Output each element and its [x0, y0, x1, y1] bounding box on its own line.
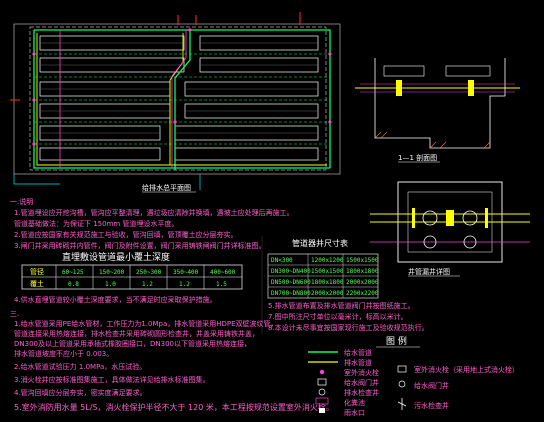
plan-title: 给排水总平面图 [142, 183, 191, 192]
well-table-title: 管道器井尺寸表 [292, 238, 348, 248]
cover-cell-r1-c1: 管径 [30, 267, 44, 276]
drain-line-1: 1.给水管道采用PE给水管材，工作压力为1.0Mpa，排水管道采用HDPE双壁波… [14, 319, 278, 328]
fire-main [59, 30, 187, 168]
notes-line-5: 4.供水直埋管道较小覆土深度要求，当不满足时应采取保护措施。 [14, 295, 217, 304]
well-cell-r4-c2: 2000x2000 [311, 290, 344, 297]
cover-cell-r2-c6: 1.5 [216, 281, 227, 288]
notes-line-1: 1.管道埋设应开挖沟槽，管沟应平整清理，遇垃圾应清除并换填，遇坡土应处理后再施工… [14, 208, 294, 217]
drawing-svg: 给排水总平面图 1—1 剖面图 井管漏井详图 一.说明 1.管道埋设应开挖沟槽，… [10, 12, 530, 417]
section-valve-box-left [383, 65, 425, 77]
site-inner-boundary [29, 26, 327, 171]
cover-cell-r2-c4: 1.2 [142, 281, 153, 288]
section-hatch [374, 131, 491, 149]
legend-swatch-manhole [318, 388, 326, 396]
drain-line-7: 4.管沟回填应分层夯实，密实度满足要求。 [14, 388, 147, 397]
legend: 图 例 给水管道 排水管道 室外消火栓 给水阀门井 排水检查井 化粪池 雨水口 … [308, 335, 519, 417]
cover-cell-r2-c2: 0.8 [68, 281, 79, 288]
well-cell-r2-c2: 1500x1500 [311, 268, 344, 275]
notes-heading: 一.说明 [10, 197, 33, 206]
notes-block: 一.说明 1.管道埋设应开挖沟槽，管沟应平整清理，遇垃圾应清除并换填，遇坡土应处… [10, 197, 294, 250]
building-blocks [39, 35, 319, 161]
well-plan-detail: 井管漏井详图 [370, 181, 530, 277]
service-connections [10, 12, 301, 101]
well-cell-r3-c1: DN500~DN600 [271, 279, 311, 286]
cover-cell-r2-c1: 覆土 [30, 279, 44, 288]
well-cell-r2-c3: 1800x1800 [346, 268, 379, 275]
cad-drawing-canvas: 给排水总平面图 1—1 剖面图 井管漏井详图 一.说明 1.管道埋设应开挖沟槽，… [0, 0, 544, 422]
legend-item-1: 给水管道 [344, 348, 372, 357]
notes-line-4: 3.闸门井采用砖砌井内管件，阀门及附件设置，阀门采用铸铁闸阀门井详标准图。 [14, 241, 266, 250]
well-cell-r3-c2: 1800x1800 [311, 279, 344, 286]
legend-swatch-valve-well [317, 378, 327, 386]
legend-item-4: 给水阀门井 [344, 378, 379, 387]
notes-line-3: 2.管道应按国家有关规范施工与验收，管沟回填，管顶覆土应分层夯实。 [14, 230, 238, 239]
legend-right-swatch-2 [398, 380, 406, 388]
legend-item-3: 室外消火栓 [344, 368, 379, 377]
legend-right-swatch-3 [397, 398, 407, 410]
section-caption: 1—1 剖面图 [398, 153, 437, 162]
legend-right-item-1: 室外消火栓（采用地上式消火栓） [414, 365, 519, 374]
legend-title: 图 例 [386, 335, 407, 347]
drain-line-3: DN300及以上管道采用承插式橡胶圈接口，DN300以下管道采用热熔连接， [14, 339, 251, 348]
drainage-main [36, 33, 327, 166]
cover-table-title: 直埋敷设管道最小覆土深度 [62, 251, 170, 263]
well-cell-r1-c1: DN<300 [271, 257, 293, 264]
legend-item-7: 雨水口 [344, 408, 365, 417]
legend-right-swatch-1 [397, 365, 407, 373]
drain-line-4: 排水管道坡度不应小于 0.003。 [14, 349, 113, 358]
well-table-rows: DN<300 1200x1200 1500x1500 DN300~DN400 1… [271, 257, 379, 297]
legend-right-item-2: 给水阀门井 [414, 381, 449, 390]
detail-title: 井管漏井详图 [408, 267, 450, 276]
cover-cell-r1-c6: 400~600 [210, 269, 236, 276]
well-cell-r4-c1: DN700~DN800 [271, 290, 311, 297]
drain-line-5: 2.给水管道试验压力 1.0MPa，水压试验。 [14, 362, 146, 371]
cover-table: 直埋敷设管道最小覆土深度 管径 60~125 150~200 250~300 3… [14, 251, 243, 304]
section-1-1: 1—1 剖面图 [355, 58, 520, 163]
well-table: 管道器井尺寸表 DN<300 1200x1200 1500x1500 DN300… [267, 238, 429, 332]
section-outline [374, 58, 506, 149]
cover-cell-r1-c2: 60~125 [62, 269, 84, 276]
well-note-3: 8.本设计未尽事宜按国家现行施工及验收规范执行。 [268, 323, 429, 332]
cover-cell-r2-c3: 1.0 [105, 281, 116, 288]
hydrant-markers [32, 28, 332, 146]
well-cell-r1-c2: 1200x1200 [311, 257, 344, 264]
site-boundary [13, 23, 341, 175]
water-supply-branches [34, 53, 330, 145]
notes-line-2: 管道基础做法：为保证下 150mm 管道埋设水平度。 [14, 219, 178, 228]
drain-line-6: 3.消火栓井应按标准图集施工，具体做法详见给排水标准图集。 [14, 375, 210, 384]
site-plan: 给排水总平面图 [10, 12, 341, 193]
drain-line-8: 5.室外消防用水量 5L/S，消火栓保护半径不大于 120 米，本工程按规范设置… [14, 402, 334, 412]
legend-item-5: 排水检查井 [344, 388, 379, 397]
cover-cell-r1-c3: 150~200 [99, 269, 125, 276]
legend-swatch-hydrant [319, 369, 325, 375]
legend-swatch-inlet [319, 408, 325, 413]
cover-cell-r2-c5: 1.2 [179, 281, 190, 288]
well-cell-r3-c3: 2000x2000 [346, 279, 379, 286]
drain-line-2: 管道连接采用热熔连接，排水检查井采用砖砌圆形检查井，井盖采用铸铁井盖， [14, 329, 259, 338]
well-cell-r4-c3: 2200x2200 [346, 290, 379, 297]
well-cell-r1-c3: 1500x1500 [346, 257, 379, 264]
section-valve-box-right [445, 65, 491, 77]
legend-item-6: 化粪池 [344, 398, 365, 407]
well-note-1: 5.排水管道布置及排水管道阀门井按图纸施工。 [268, 301, 415, 310]
drain-heading: 三. [10, 310, 19, 318]
cover-cell-r1-c5: 350~400 [173, 269, 199, 276]
legend-item-2: 排水管道 [344, 358, 372, 367]
building-hatch [40, 42, 318, 134]
legend-right-item-3: 污水检查井 [414, 401, 449, 410]
well-cell-r2-c1: DN300~DN400 [271, 268, 311, 275]
well-note-2: 7.图中所注尺寸单位以毫米计，标高以米计。 [268, 312, 408, 321]
cover-cell-r1-c4: 250~300 [136, 269, 162, 276]
